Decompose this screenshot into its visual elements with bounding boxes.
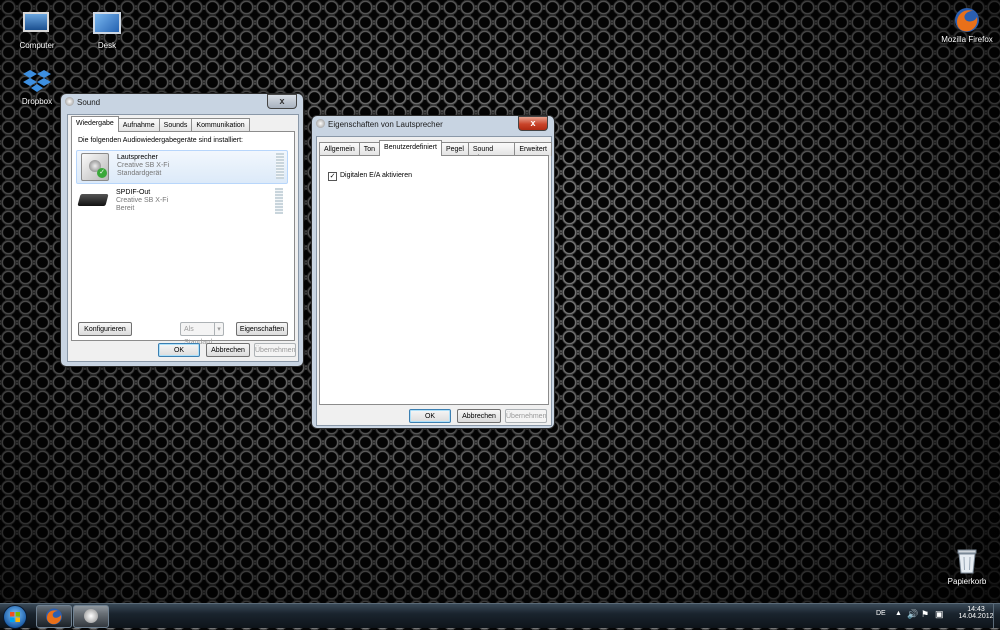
desktop-icon-label: Computer — [19, 41, 55, 50]
tab-panel: ✓ Digitalen E/A aktivieren — [319, 155, 549, 405]
speaker-icon — [84, 609, 98, 623]
dropbox-icon — [23, 68, 51, 94]
language-indicator[interactable]: DE — [876, 610, 886, 617]
window-title: Sound — [77, 98, 101, 107]
set-default-button[interactable]: Als Standard ▾ — [180, 322, 224, 346]
monitor-icon — [93, 12, 121, 38]
spdif-device-icon — [77, 194, 109, 206]
speaker-icon — [316, 119, 325, 128]
close-button[interactable]: x — [267, 94, 297, 109]
tab-sound-blaster[interactable]: Sound Blaster — [467, 142, 516, 162]
tab-erweitert[interactable]: Erweitert — [514, 142, 552, 156]
properties-window: Eigenschaften von Lautsprecher x Allgeme… — [311, 115, 555, 429]
network-icon[interactable]: ▣ — [935, 609, 944, 620]
recycle-bin-icon — [953, 548, 981, 574]
tab-wiedergabe[interactable]: Wiedergabe — [71, 116, 119, 132]
volume-icon[interactable]: 🔊 — [907, 609, 918, 620]
desktop-icon-label: Dropbox — [21, 97, 53, 106]
desktop-icon-label: Papierkorb — [947, 577, 987, 586]
firefox-icon — [46, 608, 62, 625]
arrow-up-icon[interactable]: ▲ — [895, 610, 902, 617]
windows-logo-icon — [10, 612, 20, 622]
chevron-down-icon[interactable]: ▾ — [214, 323, 223, 336]
level-meter — [276, 153, 284, 179]
tab-benutzerdefiniert[interactable]: Benutzerdefiniert — [379, 140, 442, 156]
properties-button[interactable]: Eigenschaften — [236, 322, 288, 336]
device-status: Bereit — [116, 205, 135, 212]
window-title: Eigenschaften von Lautsprecher — [328, 120, 443, 129]
device-driver: Creative SB X-Fi — [116, 197, 169, 204]
desktop-icon-recycle-bin[interactable]: Papierkorb — [932, 548, 1000, 586]
tab-allgemein[interactable]: Allgemein — [319, 142, 360, 156]
device-status: Standardgerät — [117, 170, 162, 177]
digital-io-checkbox[interactable]: ✓ — [328, 172, 337, 181]
digital-io-label: Digitalen E/A aktivieren — [340, 172, 412, 179]
desktop-icon-desk[interactable]: Desk — [72, 8, 142, 50]
level-meter — [275, 188, 283, 214]
apply-button[interactable]: Übernehmen — [505, 409, 547, 423]
tab-pegel[interactable]: Pegel — [440, 142, 469, 156]
taskbar-sound-button[interactable] — [73, 605, 109, 628]
dialog-body: Allgemein Ton Benutzerdefiniert Pegel So… — [316, 136, 552, 426]
tab-kommunikation[interactable]: Kommunikation — [191, 118, 250, 132]
clock-time: 14:43 — [967, 606, 985, 613]
sound-window: Sound x Wiedergabe Aufnahme Sounds Kommu… — [60, 93, 304, 367]
tab-sounds[interactable]: Sounds — [158, 118, 193, 132]
desktop-icon-computer[interactable]: Computer — [2, 8, 72, 50]
firefox-icon — [953, 6, 981, 32]
device-driver: Creative SB X-Fi — [117, 162, 170, 169]
desktop-icon-label: Desk — [97, 41, 117, 50]
check-icon: ✓ — [97, 168, 107, 178]
device-name: SPDIF-Out — [116, 189, 151, 196]
close-button[interactable]: x — [518, 116, 548, 131]
ok-button[interactable]: OK — [409, 409, 451, 423]
cancel-button[interactable]: Abbrechen — [206, 343, 250, 357]
start-button[interactable] — [3, 605, 27, 629]
dialog-body: Wiedergabe Aufnahme Sounds Kommunikation… — [67, 114, 299, 362]
computer-icon — [23, 12, 51, 38]
flag-icon[interactable]: ⚑ — [921, 609, 929, 620]
speaker-icon — [65, 97, 74, 106]
clock-date: 14.04.2012 — [958, 613, 994, 620]
show-desktop-button[interactable] — [993, 604, 1000, 628]
device-name: Lautsprecher — [117, 154, 158, 161]
clock[interactable]: 14:43 14.04.2012 — [958, 606, 994, 620]
tab-aufnahme[interactable]: Aufnahme — [117, 118, 160, 132]
tab-ton[interactable]: Ton — [358, 142, 381, 156]
device-row-spdif-out[interactable]: SPDIF-Out Creative SB X-Fi Bereit — [76, 186, 286, 218]
intro-text: Die folgenden Audiowiedergabegeräte sind… — [78, 137, 243, 144]
cancel-button[interactable]: Abbrechen — [457, 409, 501, 423]
taskbar: DE ▲ 🔊 ⚑ ▣ 14:43 14.04.2012 — [0, 603, 1000, 629]
title-bar[interactable]: Eigenschaften von Lautsprecher x — [312, 116, 554, 134]
apply-button[interactable]: Übernehmen — [254, 343, 296, 357]
tab-strip: Allgemein Ton Benutzerdefiniert Pegel So… — [319, 140, 552, 162]
title-bar[interactable]: Sound x — [61, 94, 303, 112]
taskbar-firefox-button[interactable] — [36, 605, 72, 628]
configure-button[interactable]: Konfigurieren — [78, 322, 132, 336]
tab-panel: Die folgenden Audiowiedergabegeräte sind… — [71, 131, 295, 346]
ok-button[interactable]: OK — [158, 343, 200, 357]
desktop-icon-label: Mozilla Firefox — [941, 35, 993, 44]
device-row-lautsprecher[interactable]: ✓ Lautsprecher Creative SB X-Fi Standard… — [76, 150, 288, 184]
desktop-icon-firefox[interactable]: Mozilla Firefox — [932, 6, 1000, 44]
tab-strip: Wiedergabe Aufnahme Sounds Kommunikation — [71, 116, 250, 132]
